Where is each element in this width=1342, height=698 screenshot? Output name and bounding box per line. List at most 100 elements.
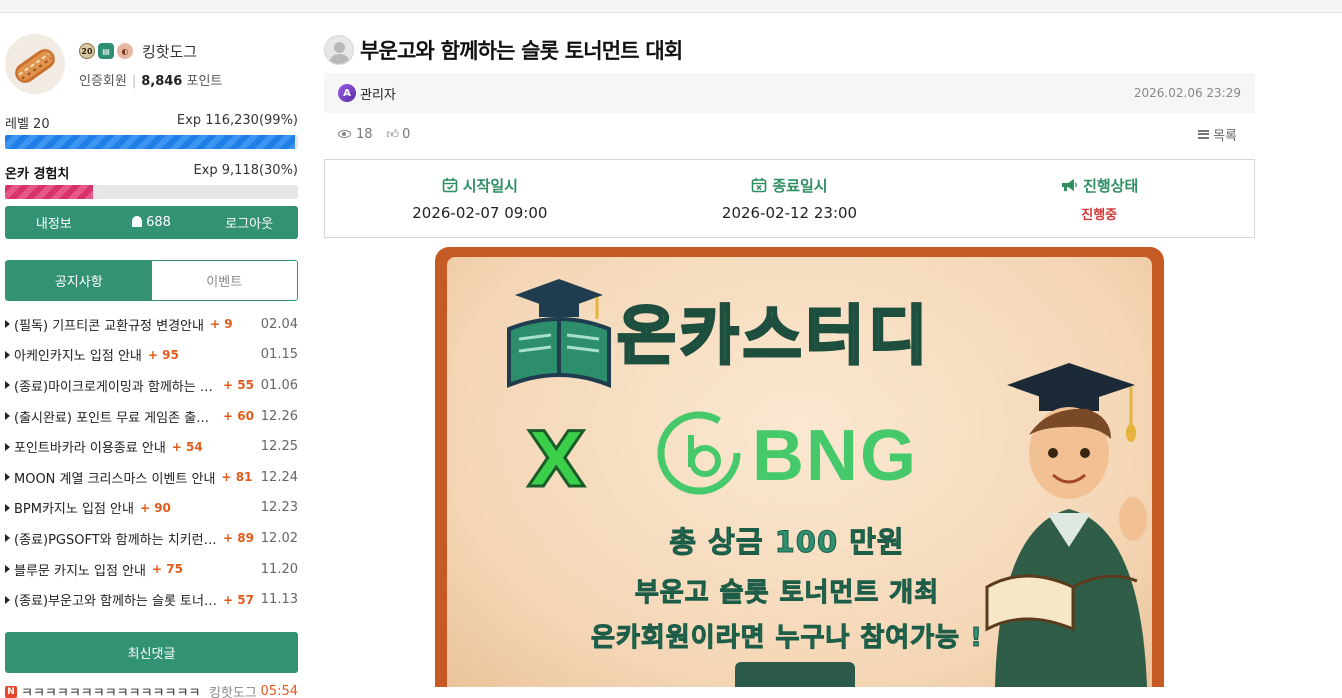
post-header: 부운고와 함께하는 슬롯 토너먼트 대회 bbox=[324, 32, 1255, 68]
nickname[interactable]: 킹핫도그 bbox=[142, 41, 197, 62]
list-item[interactable]: (종료)마이크로게이밍과 함께하는 슬롯 토너먼트 + 55 01.06 bbox=[5, 370, 298, 401]
comment-count: + 9 bbox=[209, 317, 233, 332]
comment-count: + 95 bbox=[147, 347, 179, 362]
recent-comments-button[interactable]: 최신댓글 bbox=[5, 631, 298, 673]
notice-date: 11.20 bbox=[260, 561, 298, 577]
event-status: 진행상태 진행중 bbox=[944, 160, 1254, 237]
caret-right-icon bbox=[5, 412, 10, 421]
notice-title[interactable]: (종료)부운고와 함께하는 슬롯 토너먼트 bbox=[14, 590, 217, 609]
notification-count: 688 bbox=[146, 215, 171, 230]
caret-right-icon bbox=[5, 381, 10, 390]
caret-right-icon bbox=[5, 595, 10, 604]
notice-title[interactable]: (종료)마이크로게이밍과 함께하는 슬롯 토너먼트 bbox=[14, 376, 217, 395]
onca-progress-bar bbox=[5, 185, 298, 199]
sidebar: 20 ▤ ◐ 킹핫도그 인증회원 | 8,846 포인트 레벨 20 Exp 116… bbox=[5, 32, 298, 698]
list-item[interactable]: 포인트바카라 이용종료 안내 + 54 12.25 bbox=[5, 431, 298, 462]
comment-text[interactable]: ㅋㅋㅋㅋㅋㅋㅋㅋㅋㅋㅋㅋㅋㅋㅋㅋ bbox=[21, 685, 201, 698]
notice-date: 01.06 bbox=[260, 377, 298, 393]
account-actions: 내정보 688 로그아웃 bbox=[5, 206, 298, 239]
notice-title[interactable]: (종료)PGSOFT와 함께하는 치키런 이벤트 bbox=[14, 529, 217, 548]
logout-button[interactable]: 로그아웃 bbox=[200, 213, 298, 232]
points-unit: 포인트 bbox=[186, 74, 223, 89]
view-count: 18 bbox=[356, 126, 373, 142]
level-progress-fill bbox=[5, 135, 296, 149]
notice-date: 12.24 bbox=[260, 469, 298, 485]
hotdog-avatar-image bbox=[5, 34, 65, 94]
browser-top-strip bbox=[0, 0, 1342, 13]
notice-date: 12.02 bbox=[260, 530, 298, 546]
list-item[interactable]: 아케인카지노 입점 안내 + 95 01.15 bbox=[5, 340, 298, 371]
level-badge-icon: 20 bbox=[79, 43, 95, 59]
notice-date: 11.13 bbox=[260, 592, 298, 608]
event-banner-image: 온카스터디 X BNG 총 상금 100 만원 부운고 슬롯 토너먼트 개최 온… bbox=[435, 247, 1164, 687]
event-info-box: 시작일시 2026-02-07 09:00 종료일시 2026-02-12 23… bbox=[324, 159, 1255, 238]
recent-comment-item[interactable]: N ㅋㅋㅋㅋㅋㅋㅋㅋㅋㅋㅋㅋㅋㅋㅋㅋ 킹핫도그 05:54 bbox=[5, 685, 298, 698]
page-title: 부운고와 함께하는 슬롯 토너먼트 대회 bbox=[360, 39, 683, 63]
notice-date: 12.26 bbox=[260, 408, 298, 424]
notice-title[interactable]: MOON 계열 크리스마스 이벤트 안내 bbox=[14, 468, 215, 487]
banner-partner-text: BNG bbox=[752, 416, 918, 496]
level-exp: Exp 116,230(99%) bbox=[176, 113, 298, 128]
myinfo-button[interactable]: 내정보 bbox=[5, 213, 103, 232]
banner-board: 온카스터디 X BNG 총 상금 100 만원 부운고 슬롯 토너먼트 개최 온… bbox=[447, 257, 1152, 687]
notice-title[interactable]: 아케인카지노 입점 안내 bbox=[14, 345, 142, 364]
notice-date: 02.04 bbox=[260, 316, 298, 332]
caret-right-icon bbox=[5, 350, 10, 359]
level-row: 레벨 20 Exp 116,230(99%) bbox=[5, 113, 298, 132]
caret-right-icon bbox=[5, 534, 10, 543]
tab-notice[interactable]: 공지사항 bbox=[6, 261, 152, 300]
notice-title[interactable]: BPM카지노 입점 안내 bbox=[14, 498, 134, 517]
calendar-x-icon bbox=[752, 178, 767, 193]
notice-title[interactable]: (필독) 기프티콘 교환규정 변경안내 bbox=[14, 315, 204, 334]
list-button[interactable]: 목록 bbox=[1198, 125, 1237, 144]
comment-count: + 75 bbox=[152, 562, 183, 577]
comment-count: + 90 bbox=[139, 500, 171, 515]
profile-info: 20 ▤ ◐ 킹핫도그 인증회원 | 8,846 포인트 bbox=[79, 40, 222, 89]
caret-right-icon bbox=[5, 503, 10, 512]
caret-right-icon bbox=[5, 565, 10, 574]
author-bar: A 관리자 2026.02.06 23:29 bbox=[324, 73, 1255, 113]
comment-user: 킹핫도그 bbox=[209, 686, 257, 698]
list-item[interactable]: (종료)PGSOFT와 함께하는 치키런 이벤트 + 89 12.02 bbox=[5, 523, 298, 554]
bell-icon bbox=[132, 216, 143, 227]
thumbs-up-icon[interactable]: 👍︎ bbox=[387, 127, 400, 142]
start-value: 2026-02-07 09:00 bbox=[412, 204, 548, 222]
board-tabs: 공지사항 이벤트 bbox=[5, 260, 298, 301]
list-item[interactable]: BPM카지노 입점 안내 + 90 12.23 bbox=[5, 493, 298, 524]
list-button-label: 목록 bbox=[1213, 128, 1237, 144]
notice-title[interactable]: 블루문 카지노 입점 안내 bbox=[14, 560, 146, 579]
points-value: 8,846 bbox=[141, 74, 183, 89]
notice-title[interactable]: (출시완료) 포인트 무료 게임존 출시안내 bbox=[14, 407, 217, 426]
list-item[interactable]: (종료)부운고와 함께하는 슬롯 토너먼트 + 57 11.13 bbox=[5, 584, 298, 615]
post-meta: 18 👍︎ 0 목록 bbox=[324, 122, 1255, 146]
user-avatar-icon bbox=[324, 35, 354, 65]
like-count: 0 bbox=[402, 126, 411, 142]
list-item[interactable]: (필독) 기프티콘 교환규정 변경안내 + 9 02.04 bbox=[5, 309, 298, 340]
notice-list: (필독) 기프티콘 교환규정 변경안내 + 9 02.04 아케인카지노 입점 안내… bbox=[5, 309, 298, 615]
banner-bottom-sign bbox=[735, 662, 855, 687]
profile-card: 20 ▤ ◐ 킹핫도그 인증회원 | 8,846 포인트 bbox=[5, 32, 298, 98]
notifications-button[interactable]: 688 bbox=[103, 215, 201, 230]
hotdog-badge-icon: ◐ bbox=[117, 43, 133, 59]
tab-event[interactable]: 이벤트 bbox=[151, 261, 297, 300]
author-name[interactable]: 관리자 bbox=[360, 84, 396, 103]
notice-title[interactable]: 포인트바카라 이용종료 안내 bbox=[14, 437, 166, 456]
banner-x-text: X bbox=[526, 414, 588, 506]
list-item[interactable]: MOON 계열 크리스마스 이벤트 안내 + 81 12.24 bbox=[5, 462, 298, 493]
caret-right-icon bbox=[5, 473, 10, 482]
onca-exp-label: 온카 경험치 bbox=[5, 167, 70, 182]
notice-date: 12.23 bbox=[260, 500, 298, 516]
end-label: 종료일시 bbox=[772, 176, 828, 195]
comment-count: + 54 bbox=[171, 439, 203, 454]
onca-progress-fill bbox=[5, 185, 93, 199]
caret-right-icon bbox=[5, 442, 10, 451]
banner-line-1: 총 상금 100 만원 bbox=[669, 525, 905, 560]
list-item[interactable]: (출시완료) 포인트 무료 게임존 출시안내 + 60 12.26 bbox=[5, 401, 298, 432]
post-view: 부운고와 함께하는 슬롯 토너먼트 대회 A 관리자 2026.02.06 23… bbox=[324, 32, 1255, 687]
list-icon bbox=[1198, 129, 1210, 139]
list-item[interactable]: 블루문 카지노 입점 안내 + 75 11.20 bbox=[5, 554, 298, 585]
avatar[interactable] bbox=[5, 34, 65, 94]
banner-line-3: 온카회원이라면 누구나 참여가능 ! bbox=[591, 623, 983, 654]
comment-count: + 60 bbox=[223, 409, 254, 424]
event-start: 시작일시 2026-02-07 09:00 bbox=[325, 160, 635, 237]
